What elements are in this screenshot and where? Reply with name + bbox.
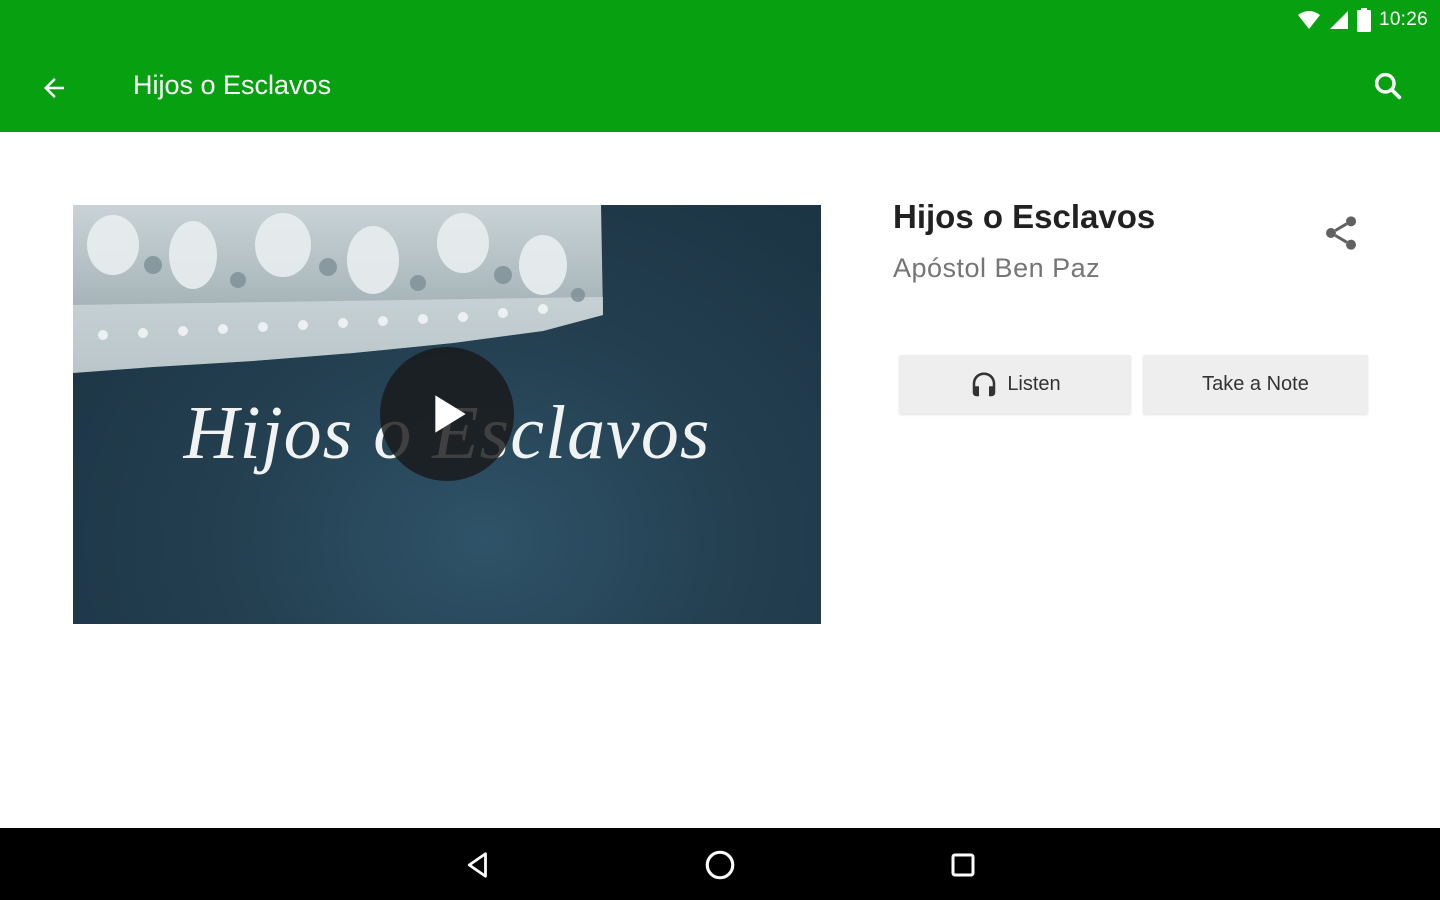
status-time: 10:26 [1378, 9, 1428, 30]
cell-signal-icon [1329, 10, 1349, 30]
back-button[interactable] [28, 62, 80, 114]
sermon-title: Hijos o Esclavos [893, 198, 1156, 235]
play-icon [435, 395, 466, 433]
nav-back-button[interactable] [453, 840, 503, 890]
listen-button[interactable]: Listen [899, 355, 1131, 414]
toolbar-title: Hijos o Esclavos [133, 70, 332, 100]
take-note-button[interactable]: Take a Note [1143, 355, 1368, 414]
nav-recents-icon [951, 853, 975, 877]
app-bar: 10:26 Hijos o Esclavos [0, 0, 1440, 132]
nav-home-button[interactable] [695, 840, 745, 890]
arrow-back-icon [44, 78, 64, 98]
nav-back-icon [467, 852, 487, 878]
share-icon [1326, 216, 1356, 250]
search-button[interactable] [1362, 60, 1414, 112]
status-bar: 10:26 [1297, 6, 1428, 34]
speaker-name: Apóstol Ben Paz [893, 253, 1101, 283]
nav-recents-button[interactable] [938, 840, 988, 890]
search-icon [1374, 72, 1402, 100]
wifi-icon [1297, 10, 1321, 30]
toolbar: Hijos o Esclavos [0, 40, 1440, 132]
share-button[interactable] [1316, 208, 1366, 258]
video-thumbnail[interactable]: Hijos o Esclavos [73, 205, 821, 624]
navigation-bar [0, 828, 1440, 900]
play-button[interactable] [380, 347, 514, 481]
headphones-icon [973, 372, 996, 396]
nav-home-icon [705, 850, 735, 880]
listen-label: Listen [1007, 373, 1061, 395]
take-note-label: Take a Note [1202, 373, 1309, 395]
battery-icon [1356, 8, 1371, 32]
